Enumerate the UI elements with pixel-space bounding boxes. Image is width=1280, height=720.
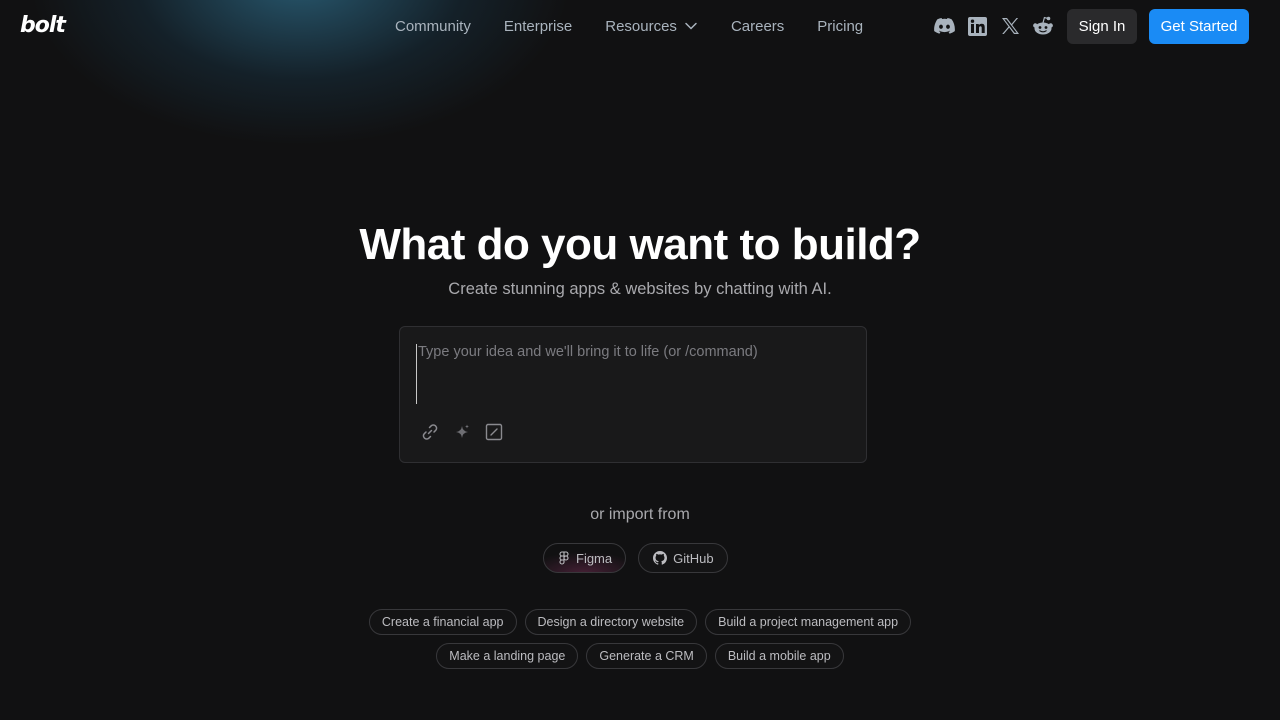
x-icon[interactable] bbox=[999, 15, 1021, 37]
linkedin-icon[interactable] bbox=[966, 15, 988, 37]
discord-icon[interactable] bbox=[933, 15, 955, 37]
chevron-down-icon bbox=[685, 22, 697, 30]
github-label: GitHub bbox=[673, 550, 714, 566]
suggestion-chip[interactable]: Design a directory website bbox=[524, 609, 698, 635]
suggestion-chip[interactable]: Create a financial app bbox=[368, 609, 517, 635]
suggestion-chip[interactable]: Generate a CRM bbox=[586, 643, 707, 669]
edit-icon[interactable] bbox=[484, 422, 504, 442]
reddit-icon[interactable] bbox=[1032, 15, 1054, 37]
figma-icon bbox=[559, 551, 569, 565]
social-links bbox=[933, 15, 1065, 37]
import-options: Figma GitHub bbox=[543, 543, 740, 573]
nav-pricing[interactable]: Pricing bbox=[817, 18, 863, 35]
sparkle-icon[interactable] bbox=[452, 422, 472, 442]
import-github-button[interactable]: GitHub bbox=[638, 543, 728, 573]
prompt-box bbox=[399, 326, 867, 463]
page-subtitle: Create stunning apps & websites by chatt… bbox=[448, 280, 832, 298]
nav-resources-label: Resources bbox=[605, 17, 677, 35]
prompt-input[interactable] bbox=[416, 344, 846, 404]
suggestion-row-1: Create a financial app Design a director… bbox=[0, 609, 1280, 635]
nav-careers[interactable]: Careers bbox=[731, 18, 784, 35]
github-icon bbox=[653, 551, 668, 565]
nav-resources[interactable]: Resources bbox=[605, 18, 698, 35]
suggestion-chip[interactable]: Build a project management app bbox=[705, 609, 912, 635]
suggestion-row-2: Make a landing page Generate a CRM Build… bbox=[0, 643, 1280, 669]
suggestion-chip[interactable]: Build a mobile app bbox=[714, 643, 844, 669]
prompt-toolbar bbox=[420, 422, 516, 442]
sign-in-button[interactable]: Sign In bbox=[1067, 9, 1137, 44]
import-figma-button[interactable]: Figma bbox=[543, 543, 627, 573]
page-title: What do you want to build? bbox=[359, 220, 921, 269]
import-label: or import from bbox=[590, 506, 690, 523]
bolt-logo[interactable]: bolt bbox=[20, 13, 66, 38]
top-nav: Community Enterprise Resources Careers P… bbox=[395, 16, 896, 36]
suggestion-chip[interactable]: Make a landing page bbox=[436, 643, 579, 669]
link-icon[interactable] bbox=[420, 422, 440, 442]
page: bolt Community Enterprise Resources Care… bbox=[0, 0, 1280, 720]
get-started-button[interactable]: Get Started bbox=[1149, 9, 1249, 44]
figma-label: Figma bbox=[576, 550, 613, 566]
nav-enterprise[interactable]: Enterprise bbox=[504, 18, 572, 35]
nav-community[interactable]: Community bbox=[395, 18, 471, 35]
